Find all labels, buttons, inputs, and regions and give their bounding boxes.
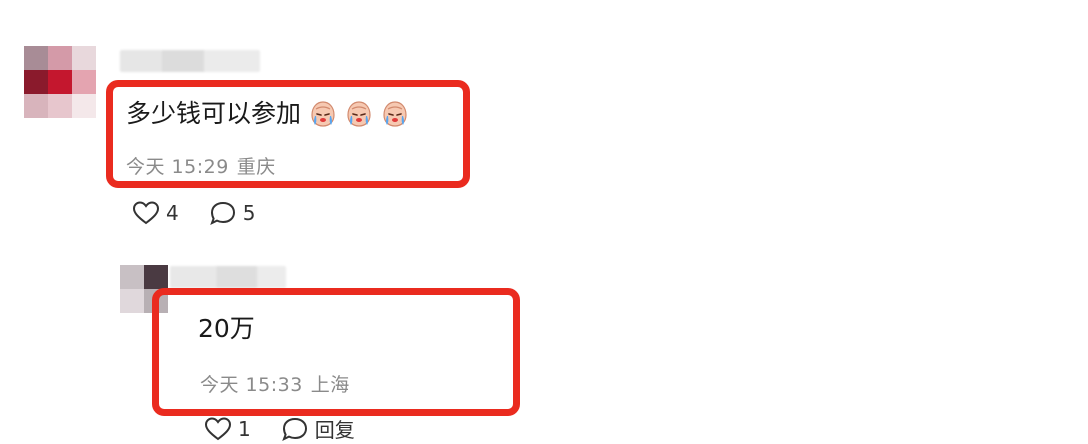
reply-count: 5	[242, 201, 256, 225]
emoji-group	[307, 98, 411, 130]
username-blurred[interactable]	[120, 50, 260, 72]
reply-location: 上海	[310, 374, 350, 396]
like-button[interactable]: 4	[132, 200, 179, 226]
reply-time: 今天 15:33	[200, 374, 303, 396]
crying-face-emoji	[383, 101, 407, 127]
username-blurred[interactable]	[170, 266, 286, 288]
avatar[interactable]	[24, 46, 96, 118]
reply-meta: 今天 15:33 上海	[200, 370, 350, 397]
reply-text: 20万	[198, 314, 255, 343]
reply-button[interactable]: 回复	[281, 414, 355, 443]
like-count: 4	[166, 201, 179, 225]
comment-actions: 4 5	[132, 200, 285, 226]
reply-actions: 1 回复	[204, 414, 385, 443]
crying-face-emoji	[347, 101, 371, 127]
like-count: 1	[238, 416, 251, 441]
comment-body: 多少钱可以参加	[126, 97, 411, 131]
heart-icon	[204, 416, 232, 440]
crying-face-emoji	[311, 101, 335, 127]
comment-icon	[209, 201, 235, 225]
comment-text: 多少钱可以参加	[126, 99, 302, 128]
comment-location: 重庆	[236, 156, 276, 178]
heart-icon	[132, 201, 160, 225]
like-button[interactable]: 1	[204, 416, 251, 442]
comment-meta: 今天 15:29 重庆	[126, 152, 276, 179]
comment-time: 今天 15:29	[126, 156, 229, 178]
reply-button[interactable]: 5	[209, 200, 256, 226]
comment-icon	[281, 417, 307, 441]
reply-label: 回复	[314, 418, 355, 442]
